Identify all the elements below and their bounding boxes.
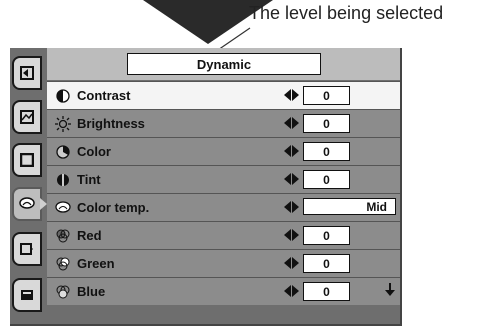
menu-panel: Dynamic Contrast 0 Brightness 0 Color 0 (10, 48, 402, 326)
row-label: Color (77, 144, 111, 159)
row-label: Tint (77, 172, 101, 187)
brightness-icon (55, 115, 71, 132)
value-field: 0 (303, 254, 350, 273)
image-adjust-icon (19, 197, 35, 209)
side-tabs (10, 48, 48, 324)
value-field: 0 (303, 86, 350, 105)
color-icon (55, 144, 71, 160)
green-icon (55, 256, 71, 272)
blue-icon (55, 284, 71, 300)
lamp-icon (21, 290, 33, 300)
menu-row-color-temp[interactable]: Color temp. Mid (47, 193, 400, 221)
left-right-arrows-icon[interactable] (284, 144, 299, 158)
menu-row-brightness[interactable]: Brightness 0 (47, 109, 400, 137)
tab-screen[interactable] (12, 143, 42, 177)
value-field: 0 (303, 226, 350, 245)
left-right-arrows-icon[interactable] (284, 116, 299, 130)
row-label: Green (77, 256, 115, 271)
tab-pc-adjust[interactable] (12, 100, 42, 134)
setting-icon (20, 243, 33, 255)
red-icon (55, 228, 71, 244)
input-icon (20, 66, 34, 80)
tab-image-adjust[interactable] (12, 187, 42, 221)
menu-title-row: Dynamic (47, 48, 400, 80)
tint-icon (55, 172, 71, 188)
contrast-icon (55, 88, 71, 104)
pc-adjust-icon (20, 110, 34, 124)
menu-row-green[interactable]: Green 0 (47, 249, 400, 277)
scroll-down-arrow-icon[interactable] (384, 283, 396, 297)
tab-lamp[interactable] (12, 278, 42, 312)
left-right-arrows-icon[interactable] (284, 256, 299, 270)
left-right-arrows-icon[interactable] (284, 228, 299, 242)
screen-icon (20, 153, 34, 167)
tab-setting[interactable] (12, 232, 42, 266)
menu-row-red[interactable]: Red 0 (47, 221, 400, 249)
color-temp-icon (55, 200, 71, 216)
image-adjust-menu: Dynamic Contrast 0 Brightness 0 Color 0 (47, 48, 400, 324)
row-label: Red (77, 228, 102, 243)
left-right-arrows-icon[interactable] (284, 200, 299, 214)
left-right-arrows-icon[interactable] (284, 88, 299, 102)
menu-row-color[interactable]: Color 0 (47, 137, 400, 165)
menu-row-blue[interactable]: Blue 0 (47, 277, 400, 305)
left-right-arrows-icon[interactable] (284, 172, 299, 186)
row-label: Contrast (77, 88, 131, 103)
menu-row-contrast[interactable]: Contrast 0 (47, 81, 400, 109)
image-mode-title[interactable]: Dynamic (127, 53, 321, 75)
value-field: 0 (303, 282, 350, 301)
value-field: 0 (303, 114, 350, 133)
value-field: Mid (303, 198, 396, 215)
row-label: Color temp. (77, 200, 150, 215)
tab-input[interactable] (12, 56, 42, 90)
active-tab-pointer-icon (40, 198, 47, 210)
value-field: 0 (303, 170, 350, 189)
left-right-arrows-icon[interactable] (284, 284, 299, 298)
row-label: Blue (77, 284, 106, 299)
menu-row-tint[interactable]: Tint 0 (47, 165, 400, 193)
row-label: Brightness (77, 116, 145, 131)
value-field: 0 (303, 142, 350, 161)
